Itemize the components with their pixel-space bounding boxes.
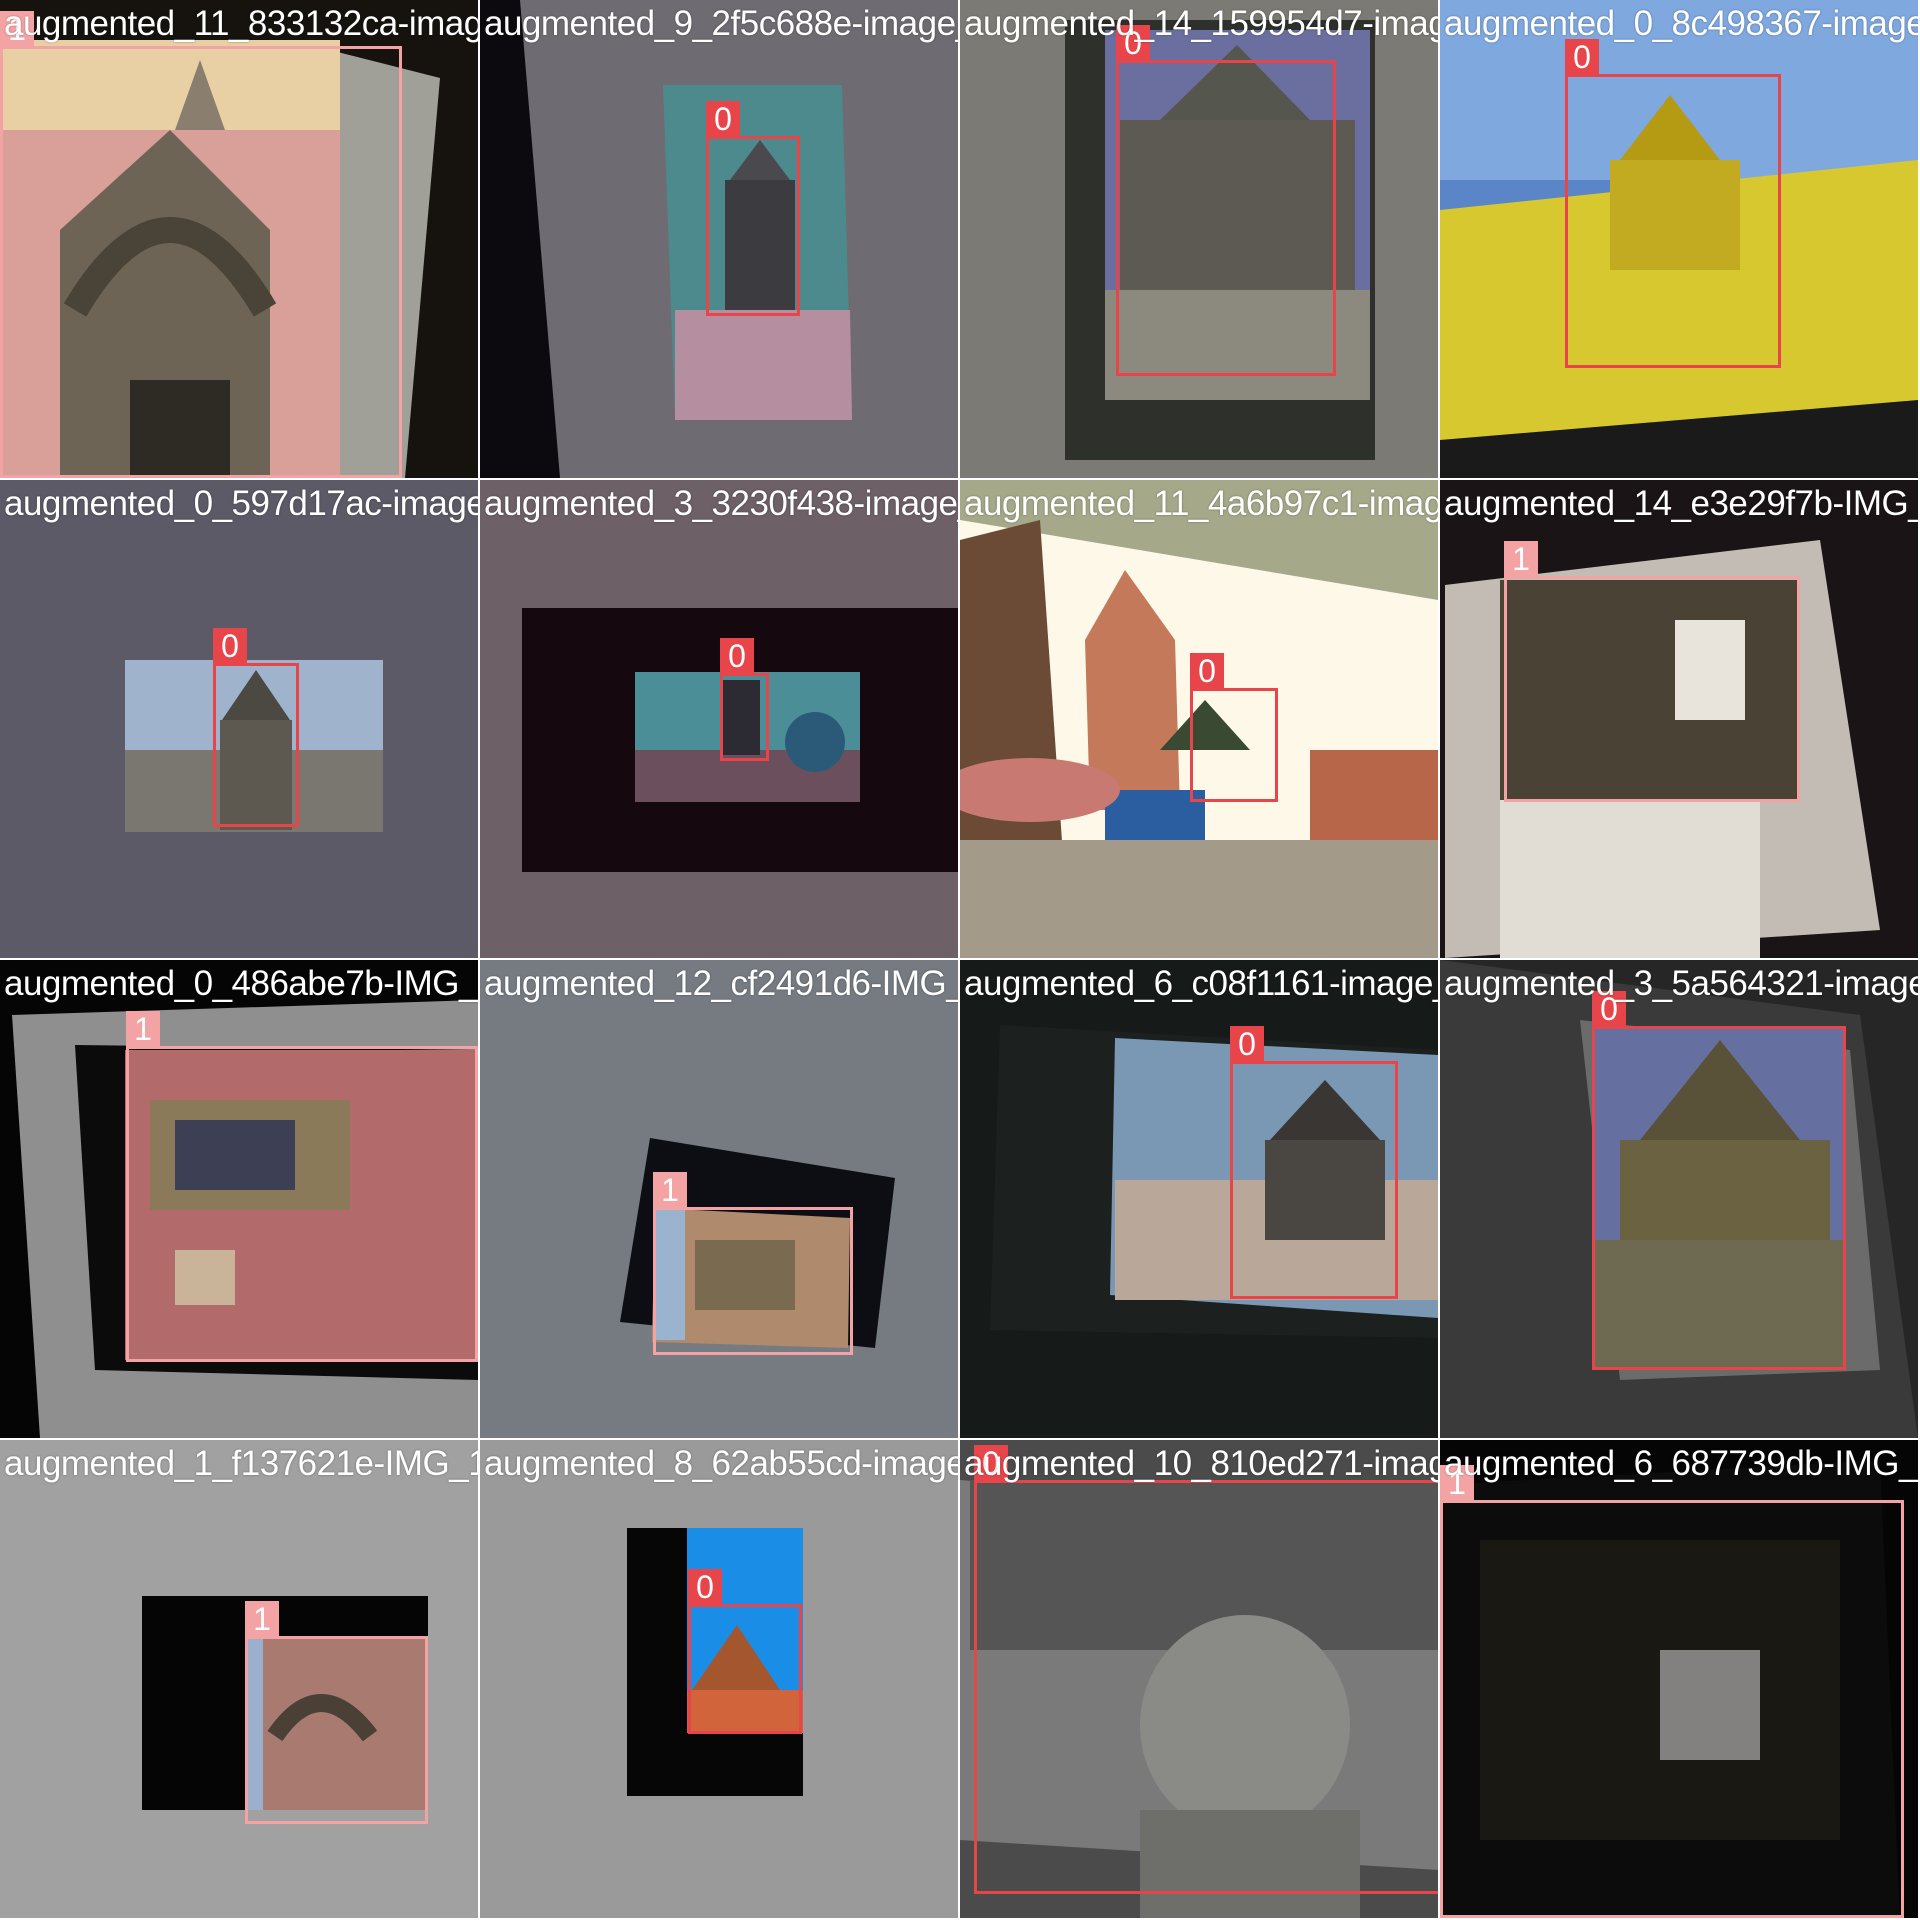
mosaic-tile: 0 augmented_8_62ab55cd-image_175.png (480, 1440, 958, 1918)
bbox-class-label: 0 (688, 1569, 722, 1605)
bbox-class-0: 0 (1190, 653, 1278, 802)
bbox-class-0: 0 (688, 1569, 802, 1734)
image-filename: augmented_14_e3e29f7b-IMG_1871.JPG (1444, 484, 1918, 523)
bbox-class-label: 0 (213, 628, 247, 664)
augmentation-mosaic-grid: 1 augmented_11_833132ca-image_264.png 0 … (0, 0, 1920, 1920)
bbox-class-0: 0 (1592, 991, 1846, 1370)
bbox-class-0: 0 (213, 628, 299, 827)
bbox-class-0: 0 (720, 638, 769, 761)
bbox-class-label: 1 (245, 1601, 279, 1637)
bbox-class-1: 1 (0, 11, 402, 478)
bbox-class-1: 1 (245, 1601, 428, 1824)
bbox-class-1: 1 (1440, 1465, 1904, 1918)
image-filename: augmented_0_597d17ac-image_72.png (4, 484, 478, 523)
mosaic-tile: 1 augmented_11_833132ca-image_264.png (0, 0, 478, 478)
mosaic-tile: 1 augmented_14_e3e29f7b-IMG_1871.JPG (1440, 480, 1918, 958)
mosaic-tile: 1 augmented_12_cf2491d6-IMG_1903.JPG (480, 960, 958, 1438)
image-filename: augmented_6_687739db-IMG_1903.JPG (1444, 1444, 1918, 1483)
mosaic-tile: 0 augmented_3_5a564321-image.png (1440, 960, 1918, 1438)
mosaic-tile: 0 augmented_11_4a6b97c1-image_77.png (960, 480, 1438, 958)
tile-image (480, 960, 958, 1438)
image-filename: augmented_12_cf2491d6-IMG_1903.JPG (484, 964, 958, 1003)
mosaic-tile: 0 augmented_9_2f5c688e-image_116.png (480, 0, 958, 478)
image-filename: augmented_11_4a6b97c1-image_77.png (964, 484, 1438, 523)
mosaic-tile: 0 augmented_14_159954d7-image_192.png (960, 0, 1438, 478)
mosaic-tile: 1 augmented_0_486abe7b-IMG_1871.JPG (0, 960, 478, 1438)
bbox-class-0: 0 (1116, 25, 1336, 376)
bbox-class-1: 1 (1504, 541, 1800, 802)
image-filename: augmented_11_833132ca-image_264.png (4, 4, 478, 43)
bbox-class-label: 1 (653, 1172, 687, 1208)
tile-image (480, 480, 958, 958)
image-filename: augmented_6_c08f1161-image_30.png (964, 964, 1438, 1003)
bbox-class-label: 0 (1190, 653, 1224, 689)
bbox-class-label: 0 (706, 101, 740, 137)
bbox-class-label: 0 (1565, 39, 1599, 75)
image-filename: augmented_0_8c498367-image.png (1444, 4, 1918, 43)
bbox-class-label: 0 (1230, 1026, 1264, 1062)
bbox-class-1: 1 (653, 1172, 853, 1355)
bbox-class-0: 0 (706, 101, 800, 316)
mosaic-tile: 1 augmented_6_687739db-IMG_1903.JPG (1440, 1440, 1918, 1918)
bbox-class-0: 0 (974, 1445, 1438, 1894)
bbox-class-0: 0 (1230, 1026, 1398, 1299)
bbox-class-label: 1 (126, 1011, 160, 1047)
image-filename: augmented_10_810ed271-image_494.png (964, 1444, 1438, 1483)
image-filename: augmented_14_159954d7-image_192.png (964, 4, 1438, 43)
mosaic-tile: 0 augmented_3_3230f438-image_337.png (480, 480, 958, 958)
image-filename: augmented_3_3230f438-image_337.png (484, 484, 958, 523)
image-filename: augmented_0_486abe7b-IMG_1871.JPG (4, 964, 478, 1003)
mosaic-tile: 0 augmented_0_597d17ac-image_72.png (0, 480, 478, 958)
bbox-class-label: 0 (720, 638, 754, 674)
mosaic-tile: 1 augmented_1_f137621e-IMG_1902.JPG (0, 1440, 478, 1918)
mosaic-tile: 0 augmented_6_c08f1161-image_30.png (960, 960, 1438, 1438)
mosaic-tile: 0 augmented_10_810ed271-image_494.png (960, 1440, 1438, 1918)
bbox-class-label: 1 (1504, 541, 1538, 577)
image-filename: augmented_8_62ab55cd-image_175.png (484, 1444, 958, 1483)
mosaic-tile: 0 augmented_0_8c498367-image.png (1440, 0, 1918, 478)
bbox-class-1: 1 (126, 1011, 478, 1362)
image-filename: augmented_3_5a564321-image.png (1444, 964, 1918, 1003)
image-filename: augmented_9_2f5c688e-image_116.png (484, 4, 958, 43)
image-filename: augmented_1_f137621e-IMG_1902.JPG (4, 1444, 478, 1483)
bbox-class-0: 0 (1565, 39, 1781, 368)
